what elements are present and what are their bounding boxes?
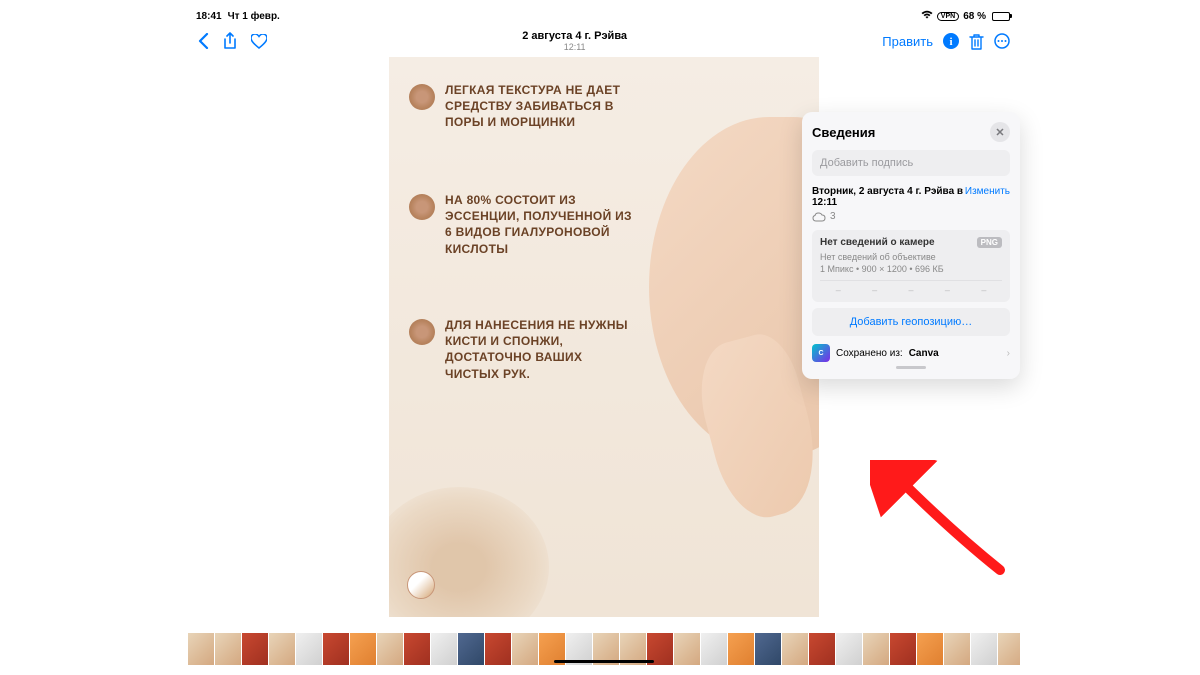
thumbnail[interactable] bbox=[755, 633, 781, 665]
lens-none-label: Нет сведений об объективе bbox=[820, 252, 1002, 262]
exif-cell: – bbox=[820, 285, 856, 295]
camera-info-box: Нет сведений о камере PNG Нет сведений о… bbox=[812, 230, 1010, 302]
bullet-2-text: НА 80% СОСТОИТ ИЗ ЭССЕНЦИИ, ПОЛУЧЕННОЙ И… bbox=[445, 192, 635, 257]
bullet-3-text: ДЛЯ НАНЕСЕНИЯ НЕ НУЖНЫ КИСТИ И СПОНЖИ, Д… bbox=[445, 317, 635, 382]
thumbnail[interactable] bbox=[512, 633, 538, 665]
bullet-dot-icon bbox=[409, 84, 435, 110]
cloud-count: 3 bbox=[830, 211, 836, 222]
modify-date-button[interactable]: Изменить bbox=[965, 186, 1010, 197]
thumbnail[interactable] bbox=[188, 633, 214, 665]
battery-icon bbox=[990, 12, 1012, 21]
share-button[interactable] bbox=[223, 32, 237, 50]
photo-viewer[interactable]: ЛЕГКАЯ ТЕКСТУРА НЕ ДАЕТ СРЕДСТВУ ЗАБИВАТ… bbox=[188, 57, 1020, 617]
info-panel: Сведения ✕ Добавить подпись Вторник, 2 а… bbox=[802, 112, 1020, 379]
thumbnail[interactable] bbox=[323, 633, 349, 665]
thumbnail[interactable] bbox=[782, 633, 808, 665]
favorite-button[interactable] bbox=[251, 34, 267, 49]
cloud-status: 3 bbox=[812, 211, 1010, 222]
saved-from-label: Сохранено из: bbox=[836, 348, 903, 359]
file-meta: 1 Мпикс • 900 × 1200 • 696 КБ bbox=[820, 264, 1002, 274]
source-app-row[interactable]: C Сохранено из: Canva › bbox=[812, 344, 1010, 362]
brand-logo bbox=[407, 571, 435, 599]
thumbnail[interactable] bbox=[701, 633, 727, 665]
canva-icon: C bbox=[812, 344, 830, 362]
caption-input[interactable]: Добавить подпись bbox=[812, 150, 1010, 176]
thumbnail[interactable] bbox=[836, 633, 862, 665]
exif-cell: – bbox=[856, 285, 892, 295]
exif-cell: – bbox=[929, 285, 965, 295]
source-app-name: Canva bbox=[909, 348, 939, 359]
info-date: Вторник, 2 августа 4 г. Рэйва в 12:11 bbox=[812, 186, 965, 208]
bullet-dot-icon bbox=[409, 319, 435, 345]
thumbnail[interactable] bbox=[431, 633, 457, 665]
more-button[interactable] bbox=[994, 33, 1010, 49]
wifi-icon bbox=[921, 10, 933, 22]
battery-percent: 68 % bbox=[963, 11, 986, 22]
thumbnail[interactable] bbox=[863, 633, 889, 665]
chevron-right-icon: › bbox=[1007, 348, 1010, 359]
cloud-icon bbox=[812, 212, 826, 222]
thumbnail[interactable] bbox=[485, 633, 511, 665]
photo-content: ЛЕГКАЯ ТЕКСТУРА НЕ ДАЕТ СРЕДСТВУ ЗАБИВАТ… bbox=[389, 57, 819, 617]
add-geo-button[interactable]: Добавить геопозицию… bbox=[812, 308, 1010, 336]
status-time: 18:41 bbox=[196, 11, 222, 22]
home-indicator[interactable] bbox=[554, 660, 654, 663]
thumbnail[interactable] bbox=[944, 633, 970, 665]
thumbnail[interactable] bbox=[458, 633, 484, 665]
thumbnail[interactable] bbox=[242, 633, 268, 665]
delete-button[interactable] bbox=[969, 33, 984, 50]
bullet-dot-icon bbox=[409, 194, 435, 220]
thumbnail[interactable] bbox=[377, 633, 403, 665]
photo-title: 2 августа 4 г. Рэйва bbox=[522, 30, 627, 42]
bullet-1-text: ЛЕГКАЯ ТЕКСТУРА НЕ ДАЕТ СРЕДСТВУ ЗАБИВАТ… bbox=[445, 82, 635, 131]
edit-button[interactable]: Править bbox=[882, 34, 933, 49]
photo-time: 12:11 bbox=[522, 42, 627, 52]
close-button[interactable]: ✕ bbox=[990, 122, 1010, 142]
toolbar: 2 августа 4 г. Рэйва 12:11 Править i bbox=[188, 25, 1020, 57]
exif-cell: – bbox=[893, 285, 929, 295]
bullet-1: ЛЕГКАЯ ТЕКСТУРА НЕ ДАЕТ СРЕДСТВУ ЗАБИВАТ… bbox=[409, 82, 635, 131]
info-panel-title: Сведения bbox=[812, 125, 875, 140]
thumbnail[interactable] bbox=[728, 633, 754, 665]
thumbnail[interactable] bbox=[404, 633, 430, 665]
status-date: Чт 1 февр. bbox=[228, 11, 280, 22]
drag-handle[interactable] bbox=[896, 366, 926, 369]
thumbnail[interactable] bbox=[296, 633, 322, 665]
thumbnail[interactable] bbox=[998, 633, 1020, 665]
bullet-2: НА 80% СОСТОИТ ИЗ ЭССЕНЦИИ, ПОЛУЧЕННОЙ И… bbox=[409, 192, 635, 257]
vpn-badge: VPN bbox=[937, 12, 959, 21]
thumbnail[interactable] bbox=[917, 633, 943, 665]
thumbnail[interactable] bbox=[350, 633, 376, 665]
device-frame: 18:41 Чт 1 февр. VPN 68 % 2 августа 4 г.… bbox=[188, 7, 1020, 667]
camera-none-label: Нет сведений о камере bbox=[820, 237, 935, 248]
thumbnail[interactable] bbox=[809, 633, 835, 665]
exif-cell: – bbox=[966, 285, 1002, 295]
bullet-3: ДЛЯ НАНЕСЕНИЯ НЕ НУЖНЫ КИСТИ И СПОНЖИ, Д… bbox=[409, 317, 635, 382]
thumbnail[interactable] bbox=[215, 633, 241, 665]
thumbnail[interactable] bbox=[971, 633, 997, 665]
status-bar: 18:41 Чт 1 февр. VPN 68 % bbox=[188, 7, 1020, 25]
thumbnail[interactable] bbox=[890, 633, 916, 665]
format-badge: PNG bbox=[977, 237, 1002, 248]
back-button[interactable] bbox=[198, 33, 209, 49]
thumbnail[interactable] bbox=[269, 633, 295, 665]
svg-text:i: i bbox=[949, 36, 952, 48]
info-button[interactable]: i bbox=[943, 33, 959, 49]
cream-splash bbox=[389, 487, 549, 617]
thumbnail[interactable] bbox=[674, 633, 700, 665]
